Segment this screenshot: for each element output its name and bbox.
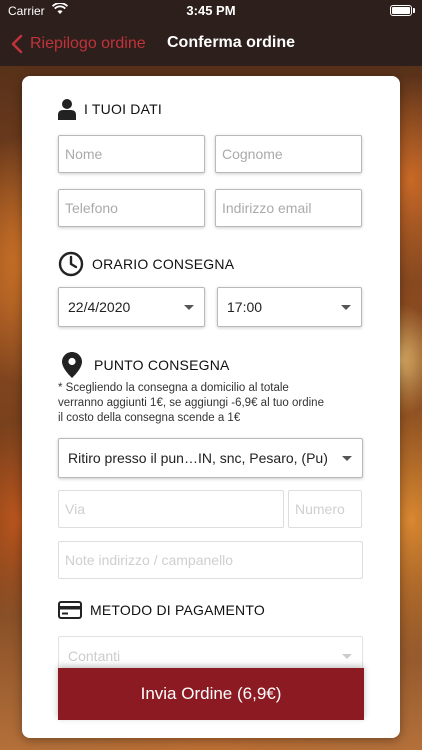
status-bar: Carrier 3:45 PM: [0, 0, 422, 22]
submit-order-button[interactable]: Invia Ordine (6,9€): [58, 668, 364, 720]
order-form-card: I TUOI DATI Nome Cognome Telefono Indiri…: [22, 76, 400, 738]
section-delivery-time: ORARIO CONSEGNA: [58, 251, 234, 277]
last-name-field[interactable]: Cognome: [215, 135, 362, 173]
payment-method-value: Contanti: [68, 648, 121, 664]
status-time: 3:45 PM: [186, 3, 236, 18]
page-title: Conferma ordine: [167, 34, 296, 51]
delivery-point-select[interactable]: Ritiro presso il pun…IN, snc, Pesaro, (P…: [58, 438, 363, 478]
section-personal-data: I TUOI DATI: [58, 98, 162, 120]
section-payment: METODO DI PAGAMENTO: [58, 601, 265, 619]
section-delivery-point: PUNTO CONSEGNA: [58, 352, 230, 378]
navigation-bar: Carrier 3:45 PM Riepilogo ordine Conferm…: [0, 0, 422, 66]
clock-icon: [58, 251, 84, 277]
delivery-time-value: 17:00: [227, 299, 263, 315]
delivery-date-value: 22/4/2020: [68, 299, 131, 315]
phone-field[interactable]: Telefono: [58, 189, 205, 227]
street-field[interactable]: Via: [58, 490, 284, 528]
credit-card-icon: [58, 601, 82, 619]
chevron-down-icon: [342, 654, 352, 659]
user-icon: [58, 99, 76, 120]
chevron-left-icon: [11, 34, 23, 54]
chevron-down-icon: [342, 456, 352, 461]
delivery-point-value: Ritiro presso il pun…IN, snc, Pesaro, (P…: [68, 450, 328, 466]
section-delivery-point-title: PUNTO CONSEGNA: [94, 357, 230, 373]
first-name-field[interactable]: Nome: [58, 135, 205, 173]
back-button-label: Riepilogo ordine: [30, 35, 146, 52]
chevron-down-icon: [341, 305, 351, 310]
delivery-note-line: * Scegliendo la consegna a domicilio al …: [58, 382, 289, 394]
battery-icon: [390, 5, 412, 16]
section-payment-title: METODO DI PAGAMENTO: [90, 602, 265, 618]
section-personal-title: I TUOI DATI: [84, 101, 162, 117]
delivery-cost-note: * Scegliendo la consegna a domicilio al …: [58, 381, 358, 426]
map-pin-icon: [62, 352, 82, 378]
delivery-time-select[interactable]: 17:00: [217, 287, 362, 327]
battery-tip: [413, 8, 415, 13]
email-field[interactable]: Indirizzo email: [215, 189, 362, 227]
street-number-field[interactable]: Numero: [288, 490, 362, 528]
address-notes-field[interactable]: Note indirizzo / campanello: [58, 541, 363, 579]
section-delivery-time-title: ORARIO CONSEGNA: [92, 256, 235, 272]
back-button[interactable]: Riepilogo ordine: [10, 32, 146, 56]
delivery-date-select[interactable]: 22/4/2020: [58, 287, 205, 327]
delivery-note-line: verranno aggiunti 1€, se aggiungi -6,9€ …: [58, 397, 324, 409]
chevron-down-icon: [184, 305, 194, 310]
delivery-note-line: il costo della consegna scende a 1€: [58, 412, 241, 424]
